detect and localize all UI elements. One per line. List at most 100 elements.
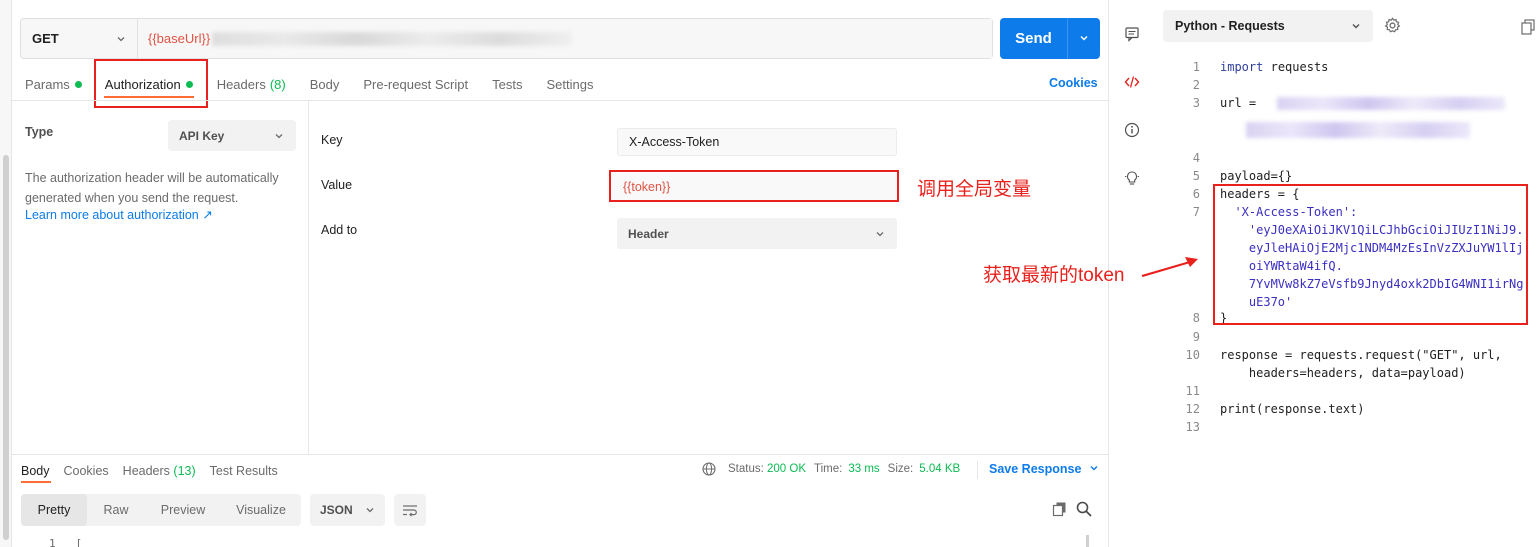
tab-label: Body: [309, 76, 340, 92]
copy-icon[interactable]: [1052, 501, 1068, 517]
tab-label: Headers: [216, 76, 266, 92]
line-number: 12: [1185, 402, 1200, 416]
view-raw[interactable]: Raw: [87, 494, 145, 526]
gear-icon[interactable]: [1384, 17, 1401, 34]
copy-icon[interactable]: [1521, 19, 1535, 35]
info-icon[interactable]: [1124, 122, 1140, 138]
size-value: 5.04 KB: [919, 463, 961, 475]
annotation-box-token: [609, 170, 899, 202]
tab-label: Params: [25, 76, 70, 92]
sidebar-scrollbar-thumb[interactable]: [3, 155, 9, 540]
module-name: requests: [1270, 60, 1329, 74]
code-text: headers=headers, data=payload): [1220, 366, 1466, 380]
send-button[interactable]: Send: [1000, 18, 1100, 59]
response-tabs: Body Cookies Headers (13) Test Results: [21, 462, 292, 480]
line-number: 1: [49, 537, 56, 547]
line-number: 9: [1192, 330, 1200, 344]
key-label: Key: [321, 133, 343, 147]
cookies-link[interactable]: Cookies: [1049, 76, 1098, 90]
tab-pre-request-script[interactable]: Pre-request Script: [363, 77, 468, 92]
lightbulb-icon[interactable]: [1124, 170, 1140, 186]
add-to-label: Add to: [321, 223, 358, 237]
format-select[interactable]: JSON: [310, 494, 385, 526]
status-label: Status:: [728, 463, 764, 475]
method-select[interactable]: GET: [21, 19, 138, 58]
key-input[interactable]: X-Access-Token: [617, 128, 897, 156]
url-redacted: [212, 31, 573, 46]
code-language-select[interactable]: Python - Requests: [1163, 10, 1373, 42]
tab-response-cookies[interactable]: Cookies: [64, 464, 109, 478]
tab-label: Pre-request Script: [363, 76, 469, 92]
line-number: 13: [1185, 420, 1200, 434]
tab-response-body[interactable]: Body: [21, 464, 50, 478]
postman-window: GET {{baseUrl}} Send Params Authorizatio…: [0, 0, 1540, 547]
tab-settings[interactable]: Settings: [546, 77, 593, 92]
tab-headers[interactable]: Headers (8): [217, 77, 286, 92]
auth-type-label: Type: [25, 125, 54, 139]
divider: [12, 100, 1108, 101]
wrap-lines-button[interactable]: [394, 494, 426, 526]
chevron-down-icon: [275, 133, 283, 138]
tab-label: Settings: [546, 76, 594, 92]
url-redacted: [1277, 97, 1506, 110]
url-input[interactable]: {{baseUrl}}: [138, 19, 992, 58]
status-value: 200 OK: [767, 463, 807, 475]
line-number: 5: [1192, 169, 1200, 183]
size-label: Size:: [887, 463, 914, 475]
view-preview[interactable]: Preview: [145, 494, 221, 526]
save-response-button[interactable]: Save Response: [989, 462, 1099, 476]
line-number: 11: [1185, 384, 1200, 398]
code-icon[interactable]: [1124, 74, 1140, 90]
divider: [308, 101, 309, 454]
tab-label: Headers: [122, 464, 170, 478]
value-label: Value: [321, 178, 353, 192]
code-text: url =: [1220, 96, 1264, 110]
key-value: X-Access-Token: [629, 135, 720, 149]
search-icon[interactable]: [1076, 501, 1092, 517]
time-value: 33 ms: [848, 463, 880, 475]
response-scrollbar[interactable]: [1086, 535, 1089, 547]
tab-body[interactable]: Body: [310, 77, 340, 92]
view-mode-segment: Pretty Raw Preview Visualize: [21, 494, 301, 526]
format-value: JSON: [320, 503, 353, 517]
line-number: 4: [1192, 151, 1200, 165]
view-pretty[interactable]: Pretty: [21, 494, 87, 526]
line-number: 10: [1185, 348, 1200, 362]
add-to-select[interactable]: Header: [617, 218, 897, 249]
divider: [977, 461, 978, 479]
code-line-continued: [1246, 120, 1470, 138]
method-label: GET: [32, 31, 59, 46]
learn-more-link[interactable]: Learn more about authorization ↗: [25, 207, 213, 222]
active-tab-indicator: [21, 481, 51, 483]
annotation-box-headers: [1213, 184, 1528, 325]
tab-count: (13): [173, 464, 196, 478]
line-number: 3: [1192, 96, 1200, 110]
tab-tests[interactable]: Tests: [492, 77, 522, 92]
view-visualize[interactable]: Visualize: [221, 494, 301, 526]
chevron-down-icon: [1080, 35, 1088, 40]
auth-type-select[interactable]: API Key: [168, 120, 296, 151]
code-text: response = requests.request("GET", url,: [1220, 348, 1502, 362]
line-number: 6: [1192, 187, 1200, 201]
url-variable: {{baseUrl}}: [148, 31, 211, 46]
auth-description: The authorization header will be automat…: [25, 171, 279, 205]
divider: [12, 454, 1108, 455]
comment-icon[interactable]: [1124, 26, 1140, 42]
code-language-value: Python - Requests: [1175, 19, 1285, 33]
code-text: print(response.text): [1220, 402, 1365, 416]
tab-response-headers[interactable]: Headers (13): [123, 464, 196, 478]
tab-params[interactable]: Params: [25, 77, 82, 92]
annotation-global-var: 调用全局变量: [917, 179, 1032, 200]
line-number: 7: [1192, 205, 1200, 219]
chevron-down-icon: [117, 36, 125, 41]
tab-test-results[interactable]: Test Results: [210, 464, 278, 478]
globe-icon[interactable]: [702, 462, 716, 476]
send-options-button[interactable]: [1068, 32, 1100, 46]
response-line: 1 [: [49, 537, 82, 547]
time-label: Time:: [814, 463, 843, 475]
sidebar-scrollbar[interactable]: [0, 0, 12, 547]
tab-label: Tests: [492, 76, 523, 92]
auth-type-value: API Key: [179, 128, 225, 143]
line-text: [: [75, 537, 83, 547]
annotation-latest-token: 获取最新的token: [983, 265, 1125, 286]
